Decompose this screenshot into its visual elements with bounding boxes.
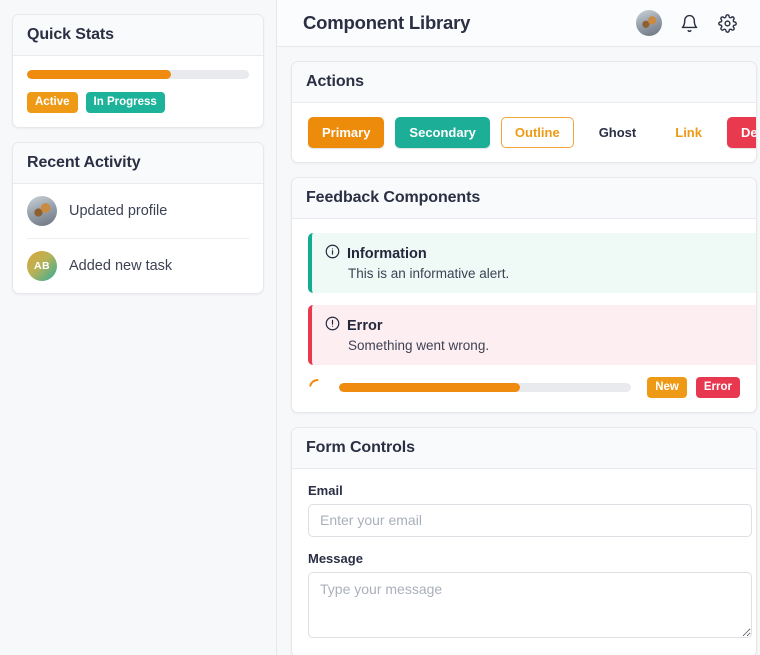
quick-stats-body: Active In Progress [13,56,263,127]
quick-stats-header: Quick Stats [13,15,263,56]
email-label: Email [308,482,343,498]
email-field-group: Email [308,482,752,537]
list-item[interactable]: AB Added new task [27,239,249,293]
list-item[interactable]: Updated profile [27,184,249,239]
recent-activity-list: Updated profile AB Added new task [13,184,263,293]
quick-stats-progress-fill [27,70,172,79]
actions-card: Actions Primary Secondary Outline Ghost … [291,61,757,163]
email-field[interactable] [308,503,752,537]
user-avatar-photo[interactable] [636,10,662,36]
top-bar-actions [636,10,738,36]
form-controls-body: Email Message [292,469,756,655]
delete-button[interactable]: Delete [726,117,756,148]
app-root: Quick Stats Active In Progress Recent Ac… [0,0,760,655]
actions-header: Actions [292,62,756,103]
message-field[interactable] [308,571,752,638]
list-item-label: Updated profile [69,202,168,219]
alert-title-row: Information [325,244,752,263]
avatar: AB [27,250,57,281]
primary-button[interactable]: Primary [308,117,385,148]
alert-information: Information This is an informative alert… [308,233,756,293]
outline-button[interactable]: Outline [500,117,574,148]
message-label: Message [308,550,363,566]
info-circle-icon [325,244,340,263]
quick-stats-title: Quick Stats [27,26,114,43]
quick-stats-card: Quick Stats Active In Progress [12,14,264,128]
link-button[interactable]: Link [661,117,716,148]
loading-spinner-icon [308,378,327,397]
alert-title-text: Error [347,317,383,334]
avatar [27,195,57,226]
ghost-button[interactable]: Ghost [585,117,651,148]
alert-title-row: Error [325,316,752,335]
recent-activity-card: Recent Activity Updated profile AB Added… [12,141,264,294]
alert-description: Something went wrong. [348,338,490,353]
page-title: Component Library [303,12,471,33]
actions-button-row: Primary Secondary Outline Ghost Link Del… [308,117,756,148]
gear-icon[interactable] [716,12,738,34]
feedback-title: Feedback Components [306,189,481,206]
feedback-header: Feedback Components [292,178,756,219]
bell-icon[interactable] [678,12,700,34]
status-badge-new: New [647,377,687,398]
top-bar: Component Library [277,0,760,47]
progress-badge-row: New Error [647,377,740,398]
alert-circle-icon [325,316,340,335]
message-field-group: Message [308,550,752,643]
content-area: Actions Primary Secondary Outline Ghost … [277,47,760,655]
feedback-body: Information This is an informative alert… [292,219,756,412]
progress-row: New Error [308,377,740,398]
actions-body: Primary Secondary Outline Ghost Link Del… [292,103,756,162]
actions-title: Actions [306,73,364,90]
feedback-components-card: Feedback Components Information This is … [291,177,757,413]
list-item-label: Added new task [69,257,173,274]
loading-progress-fill [339,382,521,392]
quick-stats-badge-row: Active In Progress [27,92,249,113]
loading-progress-bar [339,382,632,392]
status-badge-error: Error [695,377,740,398]
alert-description: This is an informative alert. [348,266,510,281]
form-controls-header: Form Controls [292,427,756,469]
alert-title-text: Information [347,245,427,262]
secondary-button[interactable]: Secondary [395,117,490,148]
status-badge-in-progress: In Progress [85,92,165,113]
recent-activity-header: Recent Activity [13,142,263,184]
form-controls-title: Form Controls [306,438,415,456]
sidebar: Quick Stats Active In Progress Recent Ac… [0,0,277,655]
quick-stats-progress-bar [27,70,249,79]
status-badge-active: Active [27,92,78,113]
form-controls-card: Form Controls Email Message [291,426,757,655]
recent-activity-title: Recent Activity [27,153,141,171]
alert-error: Error Something went wrong. [308,305,756,365]
main-panel: Component Library Actions Primary Second… [277,0,760,655]
